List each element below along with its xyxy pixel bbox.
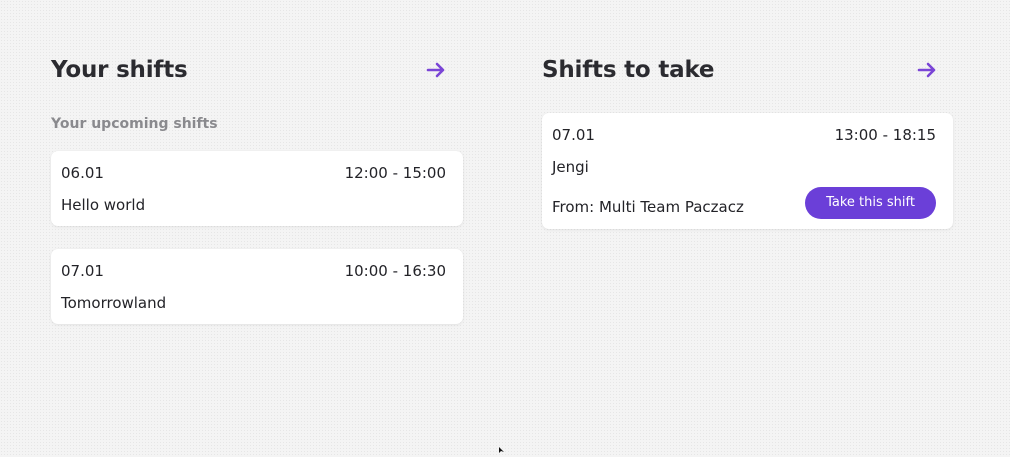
shift-date: 06.01: [61, 164, 104, 182]
your-shifts-header: Your shifts: [51, 54, 463, 86]
take-shift-button[interactable]: Take this shift: [805, 187, 936, 219]
mouse-cursor-icon: [499, 438, 505, 453]
shifts-to-take-header: Shifts to take: [542, 54, 953, 86]
shift-card[interactable]: 07.01 10:00 - 16:30 Tomorrowland: [51, 249, 463, 324]
shift-time: 10:00 - 16:30: [344, 262, 446, 280]
shift-date: 07.01: [61, 262, 104, 280]
shift-time: 12:00 - 15:00: [344, 164, 446, 182]
shift-card[interactable]: 06.01 12:00 - 15:00 Hello world: [51, 151, 463, 226]
available-shift-card: 07.01 13:00 - 18:15 Jengi From: Multi Te…: [542, 113, 953, 229]
your-shifts-title: Your shifts: [51, 57, 188, 83]
upcoming-shifts-subheading: Your upcoming shifts: [51, 116, 218, 132]
shifts-to-take-arrow-right-icon[interactable]: [916, 59, 938, 81]
shift-name: Jengi: [552, 158, 589, 176]
shift-time: 13:00 - 18:15: [834, 126, 936, 144]
shift-date: 07.01: [552, 126, 595, 144]
shift-from-team: From: Multi Team Paczacz: [552, 198, 744, 216]
shift-name: Tomorrowland: [61, 294, 167, 312]
shift-name: Hello world: [61, 196, 146, 214]
your-shifts-arrow-right-icon[interactable]: [425, 59, 447, 81]
shifts-to-take-title: Shifts to take: [542, 57, 715, 83]
